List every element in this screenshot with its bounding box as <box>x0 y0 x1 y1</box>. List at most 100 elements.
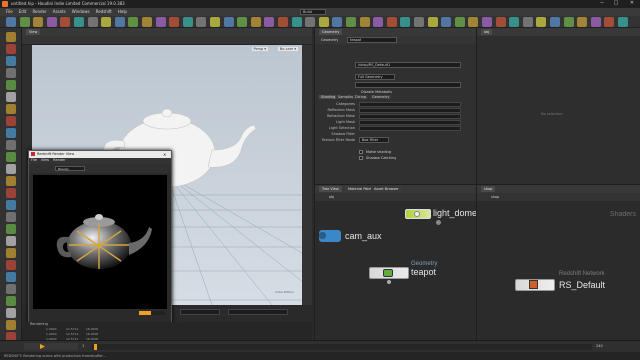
shelf-tool-icon[interactable] <box>509 17 520 27</box>
param-field[interactable] <box>359 126 461 131</box>
shelf-tool-icon[interactable] <box>114 17 125 27</box>
shelf-tool-icon[interactable] <box>250 17 261 27</box>
shelf-tool-icon[interactable] <box>482 17 492 27</box>
minimize-button[interactable]: ─ <box>596 0 608 6</box>
left-tool-icon[interactable] <box>6 32 16 42</box>
shelf-tool-icon[interactable] <box>550 17 560 27</box>
param-field[interactable] <box>359 102 461 107</box>
left-tool-icon[interactable] <box>6 248 16 258</box>
shelf-tool-icon[interactable] <box>291 17 302 27</box>
tab-right[interactable]: obj <box>481 29 493 35</box>
cam-menu[interactable]: No cam ▾ <box>277 47 298 51</box>
tab-viewport[interactable]: View <box>26 29 41 35</box>
shelf-tool-icon[interactable] <box>400 17 411 27</box>
node-name-field[interactable]: teapot <box>347 37 397 43</box>
left-tool-icon[interactable] <box>6 116 16 126</box>
node-teapot-output[interactable] <box>387 280 391 284</box>
left-tool-icon[interactable] <box>6 236 16 246</box>
camera-menu[interactable]: Persp ▾ <box>251 47 268 51</box>
shelf-tool-icon[interactable] <box>223 17 234 27</box>
left-tool-icon[interactable] <box>6 212 16 222</box>
menu-help[interactable]: Help <box>118 9 127 14</box>
checkbox[interactable] <box>359 156 363 160</box>
menu-edit[interactable]: Edit <box>19 9 27 14</box>
shelf-tool-icon[interactable] <box>6 17 16 27</box>
shelf-tool-icon[interactable] <box>577 17 588 27</box>
viewport-field-2[interactable] <box>228 309 288 315</box>
left-tool-icon[interactable] <box>6 320 16 330</box>
desktop-selector[interactable]: Build <box>300 9 326 15</box>
render-view-menu-file[interactable]: File <box>31 158 37 162</box>
maximize-button[interactable]: □ <box>610 0 622 6</box>
node-light-dome-output[interactable] <box>436 220 441 225</box>
shelf-tool-icon[interactable] <box>590 17 601 27</box>
shelf-tool-icon[interactable] <box>414 17 424 27</box>
left-tool-icon[interactable] <box>6 128 16 138</box>
left-tool-icon[interactable] <box>6 152 16 162</box>
shelf-tool-icon[interactable] <box>618 17 628 27</box>
aov-dropdown[interactable]: Beauty <box>55 166 85 171</box>
playback-controls[interactable] <box>24 343 78 350</box>
render-visibility-field[interactable] <box>355 82 461 88</box>
shelf-tool-icon[interactable] <box>74 17 84 27</box>
left-tool-icon[interactable] <box>6 68 16 78</box>
shelf-tool-icon[interactable] <box>454 17 465 27</box>
shelf-tool-icon[interactable] <box>60 17 71 27</box>
shader-network[interactable]: shop shop Shaders Redshift Network RS_De… <box>476 184 640 340</box>
shelf-tool-icon[interactable] <box>87 17 98 27</box>
param-field[interactable] <box>359 114 461 119</box>
shelf-tool-icon[interactable] <box>46 17 57 27</box>
viewport-field-1[interactable] <box>180 309 220 315</box>
shelf-tool-icon[interactable] <box>101 17 112 27</box>
tab-shop[interactable]: shop <box>481 186 496 192</box>
shelf-tool-icon[interactable] <box>563 17 574 27</box>
shelf-tool-icon[interactable] <box>386 17 397 27</box>
param-field[interactable] <box>359 120 461 125</box>
shelf-tool-icon[interactable] <box>196 17 207 27</box>
left-tool-icon[interactable] <box>6 44 16 54</box>
param-field[interactable] <box>359 108 461 113</box>
shelf-tool-icon[interactable] <box>441 17 452 27</box>
shelf-tool-icon[interactable] <box>318 17 329 27</box>
shadow-filter-dropdown[interactable]: Box Filter <box>359 137 389 143</box>
network-editor[interactable]: Tree View Material Palette Asset Browser o… <box>314 184 477 340</box>
network-tab[interactable]: Asset Browser <box>371 186 402 192</box>
shelf-tool-icon[interactable] <box>359 17 370 27</box>
shelf-tool-icon[interactable] <box>155 17 166 27</box>
param-subtab-dicing[interactable]: Dicing <box>353 95 369 99</box>
shelf-tool-icon[interactable] <box>427 17 438 27</box>
left-tool-icon[interactable] <box>6 140 16 150</box>
shelf-tool-icon[interactable] <box>237 17 248 27</box>
menu-file[interactable]: File <box>6 9 13 14</box>
shelf-tool-icon[interactable] <box>128 17 139 27</box>
shelf-tool-icon[interactable] <box>346 17 356 27</box>
left-tool-icon[interactable] <box>6 224 16 234</box>
shelf-tool-icon[interactable] <box>182 17 193 27</box>
menu-render[interactable]: Render <box>32 9 46 14</box>
left-tool-icon[interactable] <box>6 80 16 90</box>
render-view-menu-render[interactable]: Render <box>53 158 65 162</box>
checkbox[interactable] <box>359 150 363 154</box>
shelf-tool-icon[interactable] <box>522 17 533 27</box>
shelf-tool-icon[interactable] <box>332 17 343 27</box>
render-view-close-icon[interactable]: ✕ <box>163 152 166 157</box>
shelf-tool-icon[interactable] <box>142 17 152 27</box>
shelf-tool-icon[interactable] <box>468 17 479 27</box>
left-tool-icon[interactable] <box>6 260 16 270</box>
close-button[interactable]: ✕ <box>626 0 638 6</box>
shelf-tool-icon[interactable] <box>536 17 547 27</box>
material-field[interactable]: /shop/RS_Default1 <box>355 62 461 68</box>
shelf-tool-icon[interactable] <box>19 17 30 27</box>
timeline-track[interactable] <box>92 344 592 350</box>
shelf-tool-icon[interactable] <box>305 17 316 27</box>
left-tool-icon[interactable] <box>6 272 16 282</box>
shelf-tool-icon[interactable] <box>373 17 384 27</box>
shelf-tool-icon[interactable] <box>264 17 275 27</box>
timeline-playhead[interactable] <box>94 344 97 350</box>
shelf-tool-icon[interactable] <box>33 17 44 27</box>
left-tool-icon[interactable] <box>6 92 16 102</box>
left-tool-icon[interactable] <box>6 308 16 318</box>
display-as-field[interactable]: Full Geometry <box>355 74 395 80</box>
network-tab[interactable]: Tree View <box>319 186 342 192</box>
left-tool-icon[interactable] <box>6 200 16 210</box>
